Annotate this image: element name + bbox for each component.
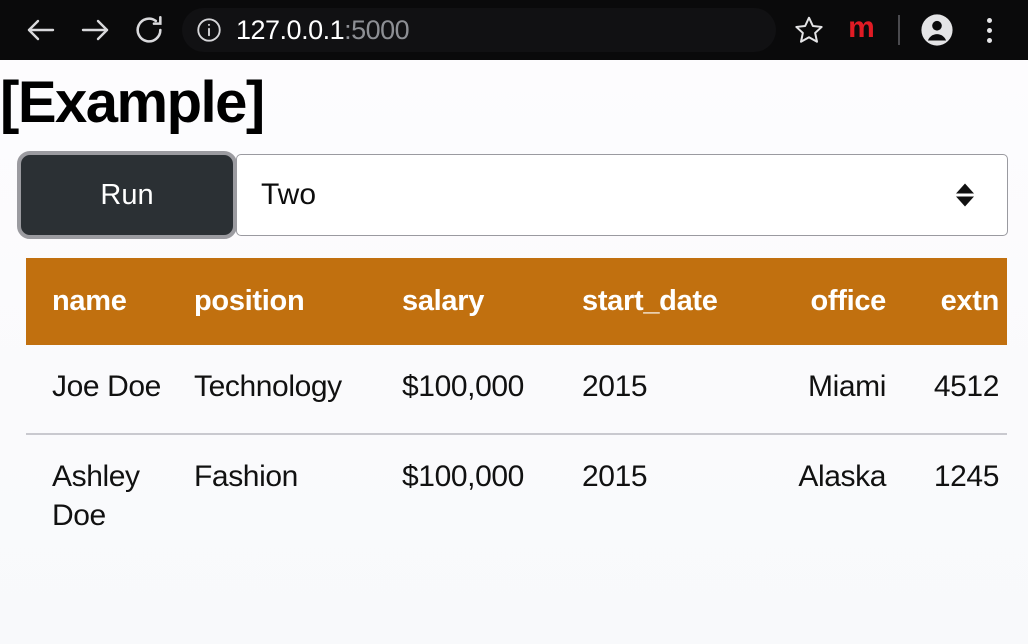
cell-position: Technology bbox=[194, 370, 342, 403]
url-host: 127.0.0.1 bbox=[236, 14, 345, 45]
cell-salary: $100,000 bbox=[402, 432, 582, 562]
option-select[interactable]: Two bbox=[236, 154, 1008, 236]
controls-row: Run Two bbox=[17, 151, 1008, 239]
back-button[interactable] bbox=[14, 3, 68, 57]
reload-icon bbox=[136, 15, 162, 43]
table-header: name position salary start_date office e… bbox=[26, 258, 1007, 345]
arrow-left-icon bbox=[27, 19, 55, 41]
column-header-start-date[interactable]: start_date bbox=[582, 258, 778, 345]
url-port: :5000 bbox=[344, 14, 410, 45]
cell-name: Ashley Doe bbox=[26, 432, 194, 562]
bookmark-button[interactable] bbox=[784, 5, 834, 55]
page-content: [Example] Run Two name position salary s… bbox=[0, 60, 1028, 644]
arrow-right-icon bbox=[81, 19, 109, 41]
extension-button[interactable]: m bbox=[836, 5, 886, 55]
cell-name: Joe Doe bbox=[52, 370, 161, 403]
page-title: [Example] bbox=[0, 70, 265, 135]
cell-extn: 4512 bbox=[933, 370, 1000, 403]
toolbar-divider bbox=[898, 15, 900, 45]
table-row: Joe Doe Technology $100,000 2015 Miami 4… bbox=[26, 345, 1007, 434]
cell-extn: 1245 bbox=[908, 432, 1007, 562]
browser-menu-button[interactable] bbox=[964, 5, 1014, 55]
column-header-position[interactable]: position bbox=[194, 258, 402, 345]
profile-avatar-icon bbox=[921, 14, 953, 46]
star-icon bbox=[795, 16, 823, 43]
employee-table: name position salary start_date office e… bbox=[26, 258, 1007, 562]
site-info-icon[interactable] bbox=[192, 13, 226, 47]
extension-m-icon: m bbox=[848, 11, 875, 44]
cell-start-date: 2015 bbox=[582, 370, 648, 403]
cell-office: Miami bbox=[808, 370, 886, 403]
table-header-row: name position salary start_date office e… bbox=[26, 258, 1007, 345]
url-text: 127.0.0.1:5000 bbox=[236, 14, 410, 46]
column-header-office[interactable]: office bbox=[778, 258, 908, 345]
address-bar[interactable]: 127.0.0.1:5000 bbox=[182, 8, 776, 52]
cell-salary: $100,000 bbox=[402, 370, 524, 403]
cell-start-date: 2015 bbox=[582, 432, 778, 562]
info-circle-icon bbox=[197, 18, 221, 42]
cell-position: Fashion bbox=[194, 432, 402, 562]
cell-office: Alaska bbox=[778, 432, 908, 562]
browser-toolbar: 127.0.0.1:5000 m bbox=[0, 0, 1028, 60]
profile-button[interactable] bbox=[912, 5, 962, 55]
column-header-extn[interactable]: extn bbox=[908, 258, 1007, 345]
table-row: Ashley Doe Fashion $100,000 2015 Alaska … bbox=[26, 432, 1007, 562]
table-body: Joe Doe Technology $100,000 2015 Miami 4… bbox=[26, 345, 1007, 562]
column-header-salary[interactable]: salary bbox=[402, 258, 582, 345]
three-dot-menu-icon bbox=[986, 17, 992, 43]
toolbar-actions: m bbox=[784, 5, 1014, 55]
column-header-name[interactable]: name bbox=[26, 258, 194, 345]
run-button[interactable]: Run bbox=[17, 151, 237, 239]
reload-button[interactable] bbox=[122, 3, 176, 57]
forward-button[interactable] bbox=[68, 3, 122, 57]
option-select-wrapper: Two bbox=[236, 154, 1008, 236]
